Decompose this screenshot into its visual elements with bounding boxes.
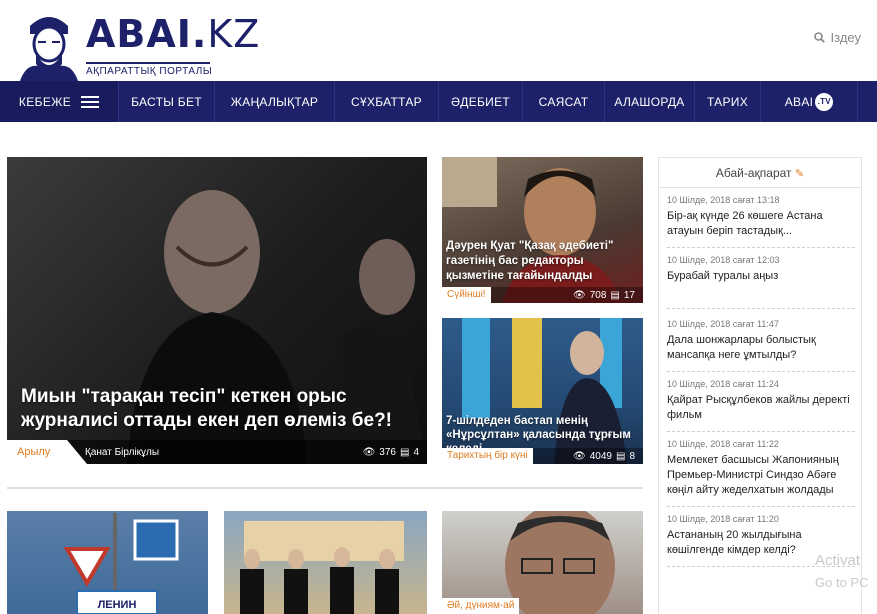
news-title: Бурабай туралы аңыз [667, 270, 779, 282]
article-photo: ЛЕНИН [63, 513, 179, 614]
news-time: 10 Шілде, 2018 сағат 11:20 [667, 514, 779, 524]
nav-item-politics[interactable]: САЯСАТ [522, 81, 604, 122]
menu-label: КЕБЕЖЕ [18, 94, 72, 109]
eye-icon: 👁 [573, 290, 586, 301]
article-title: Миын "тарақан тесіп" кеткен орыс журнали… [21, 386, 393, 431]
main-nav: КЕБЕЖЕ БАСТЫ БЕТ ЖАҢАЛЫҚТАР СҰХБАТТАР ӘД… [0, 81, 877, 122]
article-title: Дәурен Қуат "Қазақ әдебиеті" газетінің б… [446, 240, 614, 282]
news-time: 10 Шілде, 2018 сағат 11:47 [667, 319, 779, 329]
category-badge[interactable]: Әй, дүниям-ай [442, 598, 520, 614]
category-badge[interactable]: Арылу [7, 440, 60, 464]
nav-item-label: АЛАШОРДА [614, 94, 685, 109]
nav-item-home[interactable]: БАСТЫ БЕТ [118, 81, 214, 122]
nav-item-literature[interactable]: ӘДЕБИЕТ [438, 81, 522, 122]
views-count: 376 [379, 447, 396, 458]
site-logo[interactable]: ABAI.KZ АҚПАРАТТЫҚ ПОРТАЛЫ [16, 6, 259, 81]
search-label: Іздеу [830, 30, 861, 45]
menu-toggle[interactable]: КЕБЕЖЕ [0, 81, 118, 122]
nav-item-history[interactable]: ТАРИХ [694, 81, 760, 122]
nav-item-label: ABAI [784, 94, 814, 109]
article-card-bottom-2[interactable] [224, 511, 427, 614]
eye-icon: 👁 [362, 447, 376, 458]
news-title: Астананың 20 жылдығына көшілгенде кімдер… [667, 529, 802, 556]
comment-icon: ▤ [615, 451, 626, 462]
news-feed-list: 10 Шілде, 2018 сағат 13:18 Бір-ақ күнде 2… [659, 188, 861, 567]
comments-count: 8 [629, 451, 635, 462]
nav-item-abai-tv[interactable]: ABAI .TV [760, 81, 858, 122]
nav-item-label: СҰХБАТТАР [351, 94, 422, 109]
news-time: 10 Шілде, 2018 сағат 11:24 [667, 379, 779, 389]
news-feed-item[interactable]: 10 Шілде, 2018 сағат 11:47 Дала шонжарлар… [667, 309, 855, 372]
article-stats: 👁 708 ▤ 17 [573, 290, 635, 301]
comments-count: 4 [413, 447, 419, 458]
article-stats: 👁 376 ▤ 4 [363, 447, 419, 458]
search-button[interactable]: Іздеу [813, 30, 861, 45]
tv-badge: .TV [815, 92, 834, 111]
comments-count: 17 [623, 290, 635, 301]
comment-icon: ▤ [399, 447, 410, 458]
site-header: ABAI.KZ АҚПАРАТТЫҚ ПОРТАЛЫ Іздеу [0, 0, 877, 81]
nav-item-alashorda[interactable]: АЛАШОРДА [604, 81, 694, 122]
category-badge[interactable]: Сүйінші! [442, 287, 491, 303]
comment-icon: ▤ [610, 290, 620, 301]
views-count: 4049 [589, 451, 612, 462]
news-title: Бір-ақ күнде 26 көшеге Астана атауын бер… [667, 210, 823, 237]
nav-item-label: САЯСАТ [538, 94, 589, 109]
news-feed-item[interactable]: 10 Шілде, 2018 сағат 11:20 Астананың 20 ж… [667, 507, 855, 567]
page: ABAI.KZ АҚПАРАТТЫҚ ПОРТАЛЫ Іздеу КЕБЕЖЕ … [0, 0, 877, 614]
svg-text:ЛЕНИН: ЛЕНИН [98, 599, 137, 611]
news-time: 10 Шілде, 2018 сағат 11:22 [667, 439, 779, 449]
news-title: Қайрат Рысқұлбеков жайлы деректі фильм [667, 394, 850, 421]
featured-article-side-2[interactable]: 7-шілдеден бастап менің «Нұрсұлтан» қала… [442, 318, 643, 464]
search-icon [813, 32, 825, 43]
abai-portrait-icon [16, 6, 82, 81]
nav-item-label: ЖАҢАЛЫҚТАР [230, 94, 319, 109]
nav-item-label: ТАРИХ [706, 94, 749, 109]
news-feed-item[interactable]: 10 Шілде, 2018 сағат 12:03 Бурабай туралы… [667, 248, 855, 309]
article-photo [240, 521, 404, 614]
news-feed-item[interactable]: 10 Шілде, 2018 сағат 11:24 Қайрат Рысқұлб… [667, 372, 855, 432]
article-card-bottom-1[interactable]: ЛЕНИН [7, 511, 208, 614]
news-time: 10 Шілде, 2018 сағат 13:18 [667, 195, 780, 205]
article-stats: 👁 4049 ▤ 8 [573, 451, 635, 462]
article-author[interactable]: Қанат Бірлікұлы [85, 447, 159, 458]
eye-icon: 👁 [573, 451, 586, 462]
category-badge[interactable]: Тарихтың бір күні [442, 448, 533, 464]
news-time: 10 Шілде, 2018 сағат 12:03 [667, 255, 780, 265]
section-divider [7, 487, 643, 489]
nav-item-label: БАСТЫ БЕТ [131, 94, 202, 109]
sidebar-title: Абай-ақпарат [715, 166, 792, 180]
article-card-bottom-3[interactable]: Әй, дүниям-ай [442, 511, 643, 614]
sidebar-header: Абай-ақпарат ✎ [659, 158, 861, 188]
logo-wordmark: ABAI.KZ [86, 12, 261, 56]
nav-item-interviews[interactable]: СҰХБАТТАР [334, 81, 438, 122]
logo-tagline: АҚПАРАТТЫҚ ПОРТАЛЫ [86, 62, 212, 77]
hamburger-icon [81, 95, 100, 108]
nav-item-news[interactable]: ЖАҢАЛЫҚТАР [214, 81, 334, 122]
nav-item-label: ӘДЕБИЕТ [450, 94, 511, 109]
news-title: Мемлекет басшысы Жапонияның Премьер-Мини… [667, 454, 839, 496]
featured-article-side-1[interactable]: Дәурен Қуат "Қазақ әдебиеті" газетінің б… [442, 157, 643, 303]
news-feed-item[interactable]: 10 Шілде, 2018 сағат 13:18 Бір-ақ күнде 2… [667, 188, 855, 248]
featured-article-main[interactable]: Миын "тарақан тесіп" кеткен орыс журнали… [7, 157, 427, 464]
news-title: Дала шонжарлары болыстық мансапқа неге ұ… [667, 334, 816, 361]
views-count: 708 [589, 290, 607, 301]
news-feed-item[interactable]: 10 Шілде, 2018 сағат 11:22 Мемлекет басшы… [667, 432, 855, 507]
pen-icon: ✎ [794, 168, 805, 180]
news-feed-sidebar: Абай-ақпарат ✎ 10 Шілде, 2018 сағат 13:1… [658, 157, 862, 614]
